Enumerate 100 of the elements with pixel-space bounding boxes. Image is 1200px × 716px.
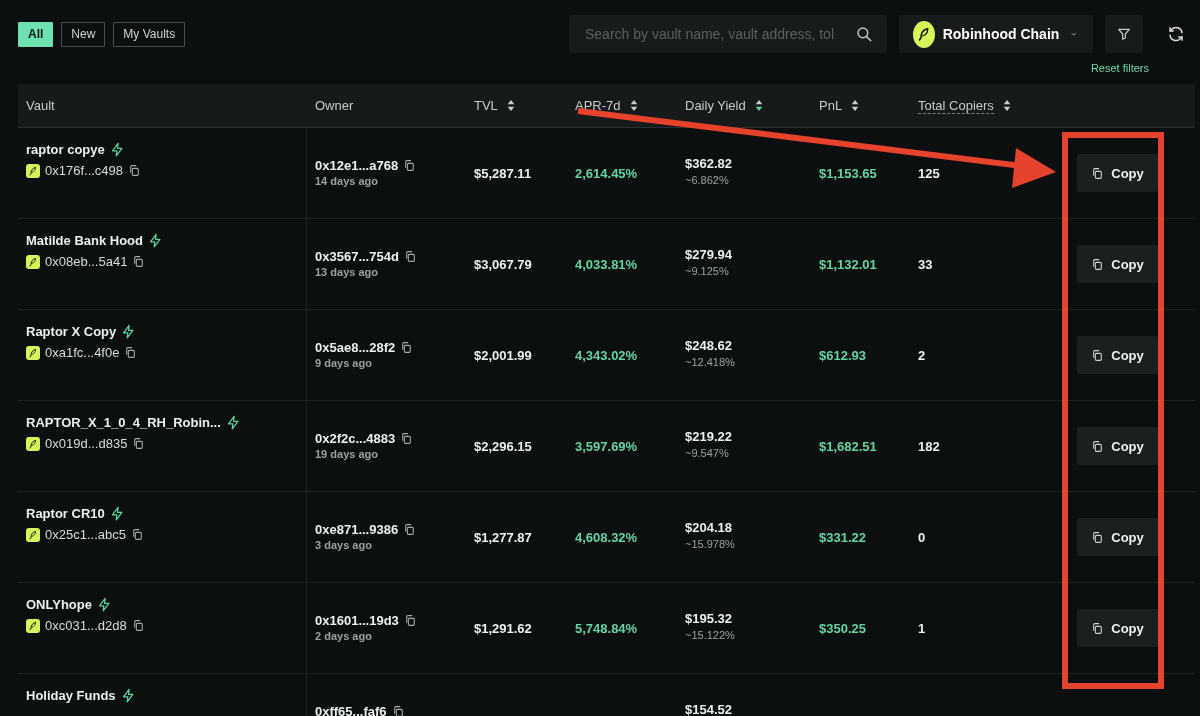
pnl-value: $350.25 <box>819 620 866 636</box>
copy-button[interactable]: Copy <box>1077 245 1158 283</box>
owner-address: 0x2f2c...4883 <box>315 431 396 446</box>
daily-yield: $362.82 <box>685 156 732 171</box>
copy-icon <box>1091 621 1105 635</box>
search-input[interactable]: Search by vault name, vault address, tol <box>583 25 855 43</box>
filter-button[interactable] <box>1105 15 1143 53</box>
lightning-icon <box>120 688 136 703</box>
copy-icon[interactable] <box>400 432 414 445</box>
daily-yield: $279.94 <box>685 247 732 262</box>
owner-address: 0x5ae8...28f2 <box>315 340 396 355</box>
copy-icon[interactable] <box>403 159 417 172</box>
copy-icon[interactable] <box>400 341 414 354</box>
owner-age: 14 days ago <box>315 175 378 187</box>
copy-icon <box>1091 166 1105 180</box>
column-header[interactable]: APR-7d <box>575 98 621 113</box>
daily-yield: $219.22 <box>685 429 732 444</box>
vault-address: 0x019d...d835 <box>45 436 128 451</box>
feather-logo-icon <box>913 20 935 48</box>
copy-icon[interactable] <box>124 346 138 359</box>
sort-icon[interactable] <box>505 98 516 113</box>
pnl-value: $331.22 <box>819 529 866 545</box>
copy-icon <box>1091 439 1105 453</box>
pnl-value: $612.93 <box>819 347 866 363</box>
copy-icon[interactable] <box>403 523 417 536</box>
owner-age: 19 days ago <box>315 448 378 460</box>
pnl-value: $1,153.65 <box>819 165 877 181</box>
column-header[interactable]: Total Copiers <box>918 97 994 114</box>
column-header[interactable]: PnL <box>819 98 843 113</box>
vault-name[interactable]: raptor copye <box>26 142 105 157</box>
column-header[interactable]: TVL <box>474 98 498 113</box>
copiers-count: 182 <box>918 438 940 454</box>
pnl-value: $1,682.51 <box>819 438 877 454</box>
copy-icon <box>1091 348 1105 362</box>
copy-icon[interactable] <box>403 614 417 627</box>
copy-button[interactable]: Copy <box>1077 609 1158 647</box>
sort-icon[interactable] <box>1001 98 1012 113</box>
apr-value: 4,608.32% <box>575 529 638 545</box>
vault-name[interactable]: Raptor X Copy <box>26 324 117 339</box>
vault-name[interactable]: Holiday Funds <box>26 688 116 703</box>
owner-address: 0xff65...faf6 <box>315 704 387 716</box>
vault-address: 0x176f...c498 <box>45 163 124 178</box>
copiers-count: 1 <box>918 620 926 636</box>
vault-address: 0x08eb...5a41 <box>45 254 128 269</box>
copy-icon[interactable] <box>128 164 142 177</box>
sort-icon[interactable] <box>753 98 764 113</box>
vault-address: 0xa1fc...4f0e <box>45 345 120 360</box>
lightning-icon <box>148 233 163 248</box>
vault-name[interactable]: Matilde Bank Hood <box>26 233 143 248</box>
copiers-count: 125 <box>918 165 940 181</box>
tvl-value: $1,277.87 <box>474 529 532 545</box>
sort-icon[interactable] <box>628 98 639 113</box>
filter-tab[interactable]: All <box>18 21 54 47</box>
vault-name[interactable]: Raptor CR10 <box>26 506 105 521</box>
copy-button[interactable]: Copy <box>1077 427 1158 465</box>
tvl-value: $2,296.15 <box>474 438 532 454</box>
owner-address: 0xe871...9386 <box>315 522 399 537</box>
copy-icon <box>1091 530 1105 544</box>
funnel-icon <box>1116 26 1132 42</box>
filter-tab[interactable]: New <box>61 21 106 47</box>
chain-selector[interactable]: Robinhood Chain <box>899 15 1093 53</box>
copy-icon[interactable] <box>132 255 146 268</box>
copiers-count: 2 <box>918 347 926 363</box>
copy-button[interactable]: Copy <box>1077 518 1158 556</box>
daily-yield-percent: ~9.547% <box>685 447 729 459</box>
daily-yield-percent: ~15.978% <box>685 538 735 550</box>
feather-logo-icon <box>26 436 40 451</box>
column-header: Owner <box>315 98 354 113</box>
copy-icon[interactable] <box>132 437 146 450</box>
daily-yield-percent: ~9.125% <box>685 265 729 277</box>
owner-age: 13 days ago <box>315 266 378 278</box>
owner-age: 3 days ago <box>315 539 372 551</box>
copy-button[interactable]: Copy <box>1077 336 1158 374</box>
vault-name[interactable]: RAPTOR_X_1_0_4_RH_Robin... <box>26 415 221 430</box>
daily-yield-percent: ~12.418% <box>685 356 735 368</box>
column-header[interactable]: Daily Yield <box>685 98 746 113</box>
vault-name[interactable]: ONLYhope <box>26 597 92 612</box>
copy-button[interactable]: Copy <box>1077 154 1158 192</box>
reset-filters-link[interactable]: Reset filters <box>1090 62 1149 76</box>
sort-icon[interactable] <box>850 98 861 113</box>
search-field[interactable]: Search by vault name, vault address, tol <box>569 15 887 53</box>
copy-icon[interactable] <box>131 619 145 632</box>
daily-yield: $204.18 <box>685 520 732 535</box>
copy-icon[interactable] <box>130 528 144 541</box>
daily-yield-percent: ~6.862% <box>685 174 729 186</box>
tvl-value: $3,067.79 <box>474 256 532 272</box>
copy-icon[interactable] <box>391 705 405 716</box>
apr-value: 4,343.02% <box>575 347 638 363</box>
vault-address: 0x25c1...abc5 <box>45 527 126 542</box>
feather-logo-icon <box>26 163 40 178</box>
apr-value: 3,597.69% <box>575 438 638 454</box>
filter-tab[interactable]: My Vaults <box>113 21 186 47</box>
feather-logo-icon <box>26 254 40 269</box>
tvl-value: $2,001.99 <box>474 347 532 363</box>
refresh-icon[interactable] <box>1167 25 1185 43</box>
daily-yield-percent: ~15.122% <box>685 629 735 641</box>
pnl-value: $1,132.01 <box>819 256 877 272</box>
copy-icon <box>1091 257 1105 271</box>
lightning-icon <box>109 506 125 521</box>
copy-icon[interactable] <box>403 250 417 263</box>
